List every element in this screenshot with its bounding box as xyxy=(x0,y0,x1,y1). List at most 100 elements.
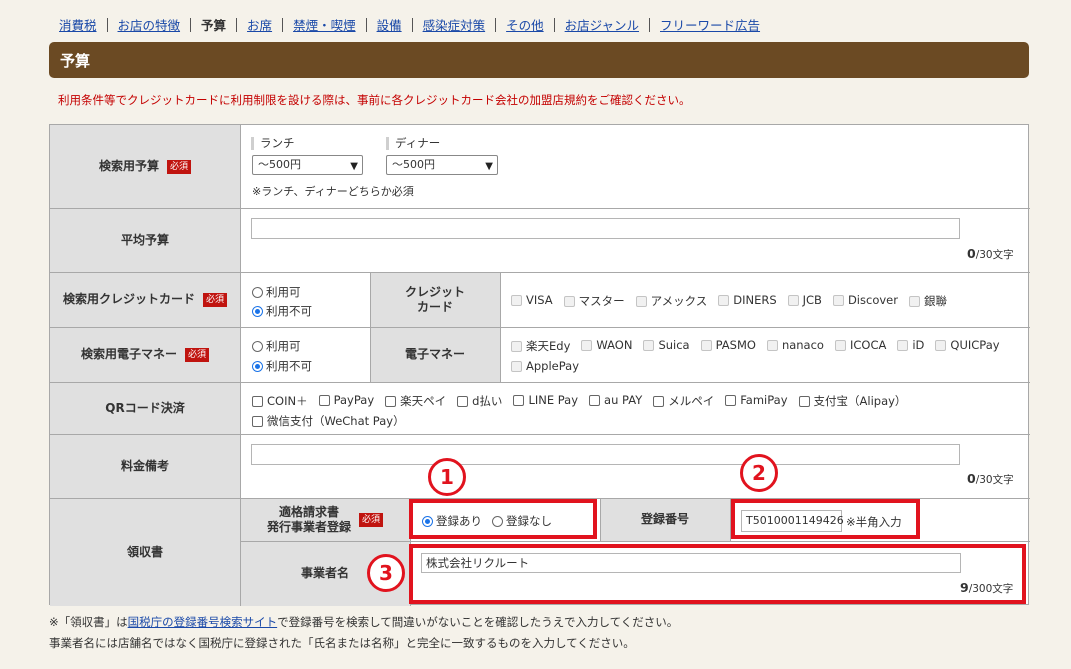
radio-selected-icon xyxy=(252,306,263,317)
tab-divider xyxy=(495,17,497,32)
credit-available-option[interactable]: 利用可 xyxy=(252,284,301,300)
qr-checkbox[interactable]: PayPay xyxy=(318,393,374,409)
brand-checkbox[interactable]: 楽天Edy xyxy=(511,338,570,354)
average-budget-input[interactable] xyxy=(251,218,960,239)
annotation-badge-2: 2 xyxy=(740,454,778,492)
tab-infection-control[interactable]: 感染症対策 xyxy=(423,15,486,34)
required-badge: 必須 xyxy=(167,159,192,174)
required-badge: 必須 xyxy=(185,347,210,362)
qr-checkbox[interactable]: 楽天ペイ xyxy=(385,393,446,409)
checkbox-icon xyxy=(513,395,525,406)
brand-checkbox[interactable]: アメックス xyxy=(635,293,707,309)
brand-checkbox[interactable]: iD xyxy=(897,338,924,354)
checkbox-icon xyxy=(832,295,844,306)
dinner-budget-select[interactable]: ～500円 ▼ xyxy=(386,155,498,175)
tab-divider xyxy=(236,17,238,32)
lunch-label: ランチ xyxy=(260,136,295,150)
brand-checkbox[interactable]: VISA xyxy=(511,293,553,309)
category-tabs: 消費税 お店の特徴 予算 お席 禁煙・喫煙 設備 感染症対策 その他 お店ジャン… xyxy=(59,15,760,34)
qr-checkbox[interactable]: LINE Pay xyxy=(513,393,578,409)
tab-features[interactable]: お店の特徴 xyxy=(118,15,181,34)
invoice-issuer-label: 適格請求書 発行事業者登録 必須 xyxy=(240,498,410,541)
fee-note-input[interactable] xyxy=(251,444,960,465)
qr-checkbox[interactable]: メルペイ xyxy=(653,393,714,409)
qr-checkbox[interactable]: 支付宝（Alipay） xyxy=(798,393,906,409)
checkbox-icon xyxy=(643,340,655,351)
credit-card-label: 検索用クレジットカード 必須 xyxy=(50,272,240,327)
brand-checkbox[interactable]: WAON xyxy=(581,338,632,354)
tab-seats[interactable]: お席 xyxy=(247,15,272,34)
e-money-sub-label: 電子マネー xyxy=(370,327,500,382)
tab-budget[interactable]: 予算 xyxy=(201,15,226,34)
qr-checkbox[interactable]: FamiPay xyxy=(725,393,788,409)
section-title: 予算 xyxy=(60,52,91,70)
emoney-unavailable-option[interactable]: 利用不可 xyxy=(252,358,312,374)
e-money-brands: 楽天Edy WAON Suica PASMO nanaco ICOCA iD Q… xyxy=(511,338,1026,373)
checkbox-icon xyxy=(511,341,522,352)
tab-divider xyxy=(365,17,367,32)
checkbox-icon xyxy=(318,395,330,406)
brand-checkbox[interactable]: DINERS xyxy=(718,293,777,309)
nta-search-link[interactable]: 国税庁の登録番号検索サイト xyxy=(128,615,278,629)
checkbox-icon xyxy=(563,296,575,307)
annotation-badge-1: 1 xyxy=(428,458,466,496)
qr-checkbox[interactable]: au PAY xyxy=(589,393,642,409)
dinner-label: ディナー xyxy=(395,136,441,150)
credit-card-brands: VISA マスター アメックス DINERS JCB Discover 銀聯 xyxy=(511,293,1021,309)
brand-checkbox[interactable]: JCB xyxy=(787,293,822,309)
tab-smoking[interactable]: 禁煙・喫煙 xyxy=(293,15,356,34)
annotation-box-1 xyxy=(409,499,597,539)
grid-line xyxy=(50,382,1030,383)
tab-other[interactable]: その他 xyxy=(506,15,544,34)
grid-line xyxy=(240,541,1030,542)
tab-divider xyxy=(190,17,192,32)
grid-line xyxy=(50,208,1030,209)
checkbox-icon xyxy=(908,296,920,307)
credit-card-sub-label: クレジット カード xyxy=(370,272,500,327)
checkbox-icon xyxy=(252,416,263,427)
grid-line xyxy=(50,272,1030,273)
average-budget-counter: 0/30文字 xyxy=(967,246,1014,261)
brand-checkbox[interactable]: nanaco xyxy=(766,338,824,354)
qr-checkbox[interactable]: 微信支付（WeChat Pay） xyxy=(252,413,405,429)
checkbox-icon xyxy=(834,340,846,351)
e-money-label: 検索用電子マネー 必須 xyxy=(50,327,240,382)
brand-checkbox[interactable]: Discover xyxy=(832,293,898,309)
qr-checkbox[interactable]: d払い xyxy=(457,393,502,409)
brand-checkbox[interactable]: QUICPay xyxy=(935,338,1000,354)
checkbox-icon xyxy=(511,361,522,372)
brand-checkbox[interactable]: ICOCA xyxy=(834,338,886,354)
average-budget-label: 平均予算 xyxy=(50,208,240,272)
grid-line xyxy=(50,434,1030,435)
brand-checkbox[interactable]: PASMO xyxy=(700,338,756,354)
checkbox-icon xyxy=(718,295,730,306)
required-badge: 必須 xyxy=(359,512,384,527)
qr-payment-label: QRコード決済 xyxy=(50,382,240,434)
receipt-label: 領収書 xyxy=(50,498,240,606)
lunch-budget-select[interactable]: ～500円 ▼ xyxy=(252,155,363,175)
brand-checkbox[interactable]: 銀聯 xyxy=(908,293,947,309)
label-marker xyxy=(386,137,389,150)
checkbox-icon xyxy=(766,340,778,351)
credit-unavailable-option[interactable]: 利用不可 xyxy=(252,303,312,319)
checkbox-icon xyxy=(635,296,647,307)
annotation-box-2 xyxy=(731,499,920,539)
emoney-available-option[interactable]: 利用可 xyxy=(252,338,301,354)
tab-genre[interactable]: お店ジャンル xyxy=(565,15,639,34)
qr-checkbox[interactable]: COIN＋ xyxy=(252,393,308,409)
brand-checkbox[interactable]: ApplePay xyxy=(511,359,579,373)
tab-consumption-tax[interactable]: 消費税 xyxy=(59,15,97,34)
brand-checkbox[interactable]: マスター xyxy=(563,293,625,309)
checkbox-icon xyxy=(787,295,799,306)
checkbox-icon xyxy=(798,396,810,407)
budget-note: ※ランチ、ディナーどちらか必須 xyxy=(252,185,414,198)
tab-freeword-ad[interactable]: フリーワード広告 xyxy=(660,15,760,34)
radio-icon xyxy=(252,287,263,298)
tab-divider xyxy=(282,17,284,32)
brand-checkbox[interactable]: Suica xyxy=(643,338,690,354)
tab-equipment[interactable]: 設備 xyxy=(377,15,402,34)
grid-line xyxy=(600,498,601,541)
section-header: 予算 xyxy=(49,42,1029,78)
annotation-badge-3: 3 xyxy=(367,554,405,592)
label-marker xyxy=(251,137,254,150)
